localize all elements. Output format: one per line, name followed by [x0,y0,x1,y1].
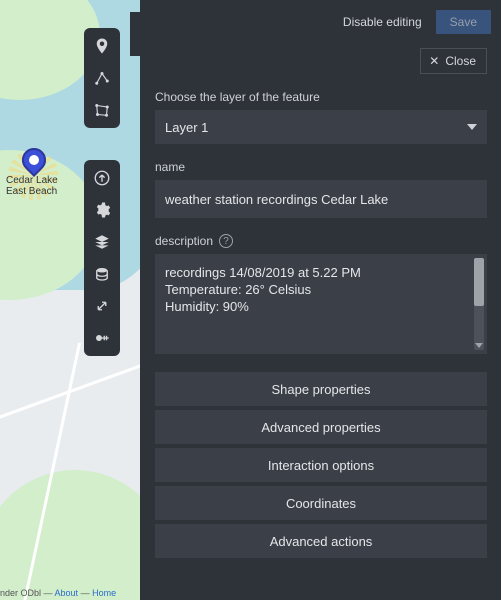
edit-toolbar [84,160,120,356]
accordion-coordinates[interactable]: Coordinates [155,486,487,520]
layer-prompt-label: Choose the layer of the feature [155,90,487,104]
close-label: Close [445,54,476,68]
close-icon: ✕ [429,54,439,68]
marker-label: Cedar Lake East Beach [6,175,58,197]
add-marker-tool[interactable] [88,32,116,60]
layer-select[interactable]: Layer 1 [155,110,487,144]
map-attribution: nder ODbl — About — Home [0,588,116,598]
accordion-advanced-properties[interactable]: Advanced properties [155,410,487,444]
link-home[interactable]: Home [92,588,116,598]
help-icon[interactable]: ? [219,234,233,248]
layers-tool[interactable] [88,260,116,288]
description-textarea[interactable]: recordings 14/08/2019 at 5.22 PM Tempera… [155,254,487,354]
map-land [0,470,140,600]
settings-tool[interactable] [88,196,116,224]
disable-editing-link[interactable]: Disable editing [343,15,422,29]
panel-topbar: Disable editing Save [155,8,491,36]
accordion-group: Shape properties Advanced properties Int… [155,372,487,558]
scroll-down-icon[interactable] [475,343,483,348]
draw-toolbar [84,28,120,128]
tilelayers-tool[interactable] [88,228,116,256]
feature-edit-panel: Disable editing Save ✕ Close Choose the … [141,0,501,600]
accordion-interaction-options[interactable]: Interaction options [155,448,487,482]
name-input-value: weather station recordings Cedar Lake [165,192,388,207]
close-button[interactable]: ✕ Close [420,48,487,74]
map-road [0,359,140,423]
textarea-scrollbar-thumb[interactable] [474,258,484,306]
name-label: name [155,160,487,174]
draw-line-tool[interactable] [88,64,116,92]
layer-select-value: Layer 1 [165,120,208,135]
center-tool[interactable] [88,292,116,320]
accordion-advanced-actions[interactable]: Advanced actions [155,524,487,558]
name-input[interactable]: weather station recordings Cedar Lake [155,180,487,218]
description-label: description ? [155,234,487,248]
save-button[interactable]: Save [436,10,491,34]
permissions-tool[interactable] [88,324,116,352]
chevron-down-icon [467,124,477,130]
accordion-shape-properties[interactable]: Shape properties [155,372,487,406]
link-about[interactable]: About [55,588,79,598]
import-tool[interactable] [88,164,116,192]
draw-polygon-tool[interactable] [88,96,116,124]
